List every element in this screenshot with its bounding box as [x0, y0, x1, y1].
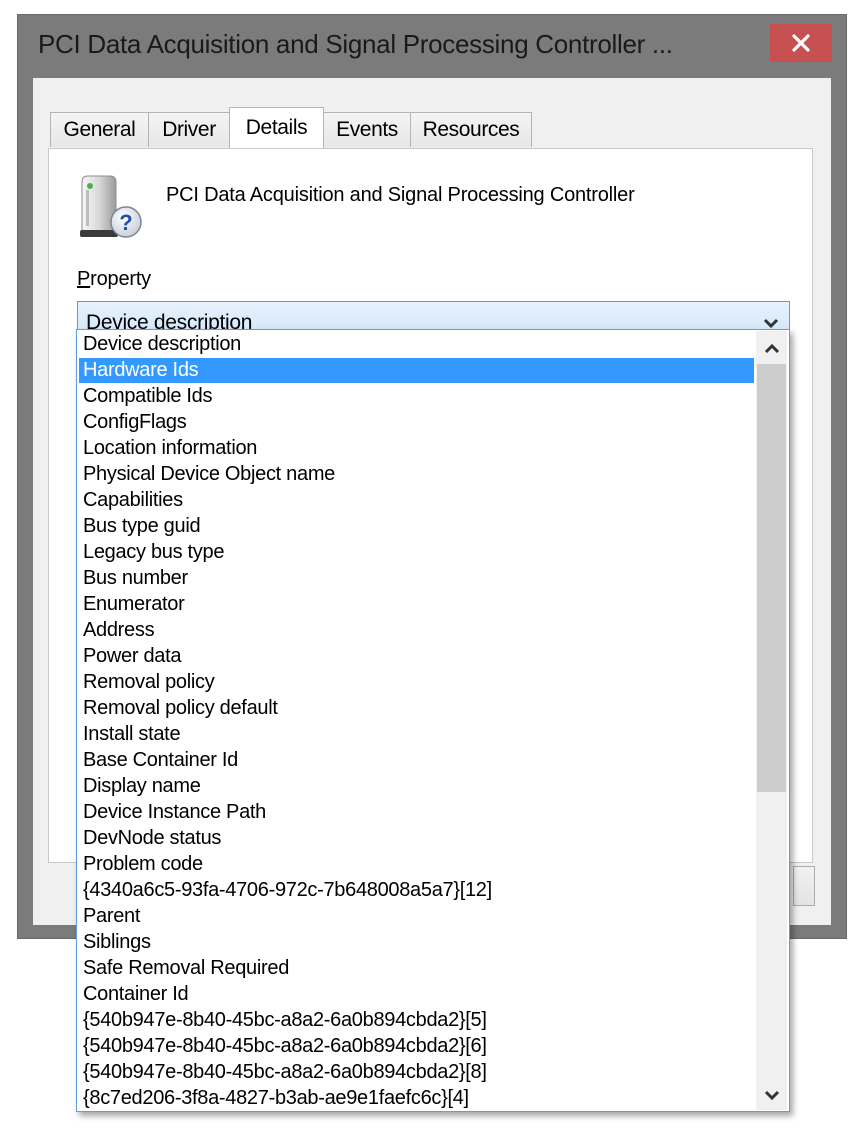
scrollbar[interactable] [756, 331, 787, 1110]
dropdown-option[interactable]: Bus type guid [79, 514, 754, 539]
property-label-accel: P [77, 268, 91, 290]
dropdown-option[interactable]: Enumerator [79, 592, 754, 617]
dropdown-option[interactable]: Legacy bus type [79, 540, 754, 565]
dropdown-option[interactable]: Container Id [79, 982, 754, 1007]
dropdown-option[interactable]: Hardware Ids [79, 358, 754, 383]
property-dropdown-list[interactable]: Device description Hardware Ids Compatible… [76, 329, 790, 1112]
scroll-down-button[interactable] [756, 1079, 787, 1110]
unknown-device-icon: ? [80, 175, 142, 238]
dropdown-option[interactable]: {8c7ed206-3f8a-4827-b3ab-ae9e1faefc6c}[4… [79, 1086, 754, 1111]
dropdown-option[interactable]: Install state [79, 722, 754, 747]
dropdown-option[interactable]: {540b947e-8b40-45bc-a8a2-6a0b894cbda2}[5… [79, 1008, 754, 1033]
dropdown-option[interactable]: Problem code [79, 852, 754, 877]
dialog-button[interactable] [793, 866, 815, 906]
svg-text:?: ? [119, 210, 132, 235]
dropdown-option[interactable]: {4340a6c5-93fa-4706-972c-7b648008a5a7}[1… [79, 878, 754, 903]
dropdown-option[interactable]: {540b947e-8b40-45bc-a8a2-6a0b894cbda2}[6… [79, 1034, 754, 1059]
dropdown-option[interactable]: Power data [79, 644, 754, 669]
tab-general[interactable]: General [50, 112, 149, 147]
dropdown-option[interactable]: Display name [79, 774, 754, 799]
dropdown-option[interactable]: ConfigFlags [79, 410, 754, 435]
dropdown-option[interactable]: Base Container Id [79, 748, 754, 773]
tab-details[interactable]: Details [229, 107, 324, 148]
dropdown-option[interactable]: Safe Removal Required [79, 956, 754, 981]
property-label: Property [77, 268, 151, 291]
dropdown-option[interactable]: Physical Device Object name [79, 462, 754, 487]
tab-events[interactable]: Events [323, 112, 411, 147]
scroll-up-button[interactable] [756, 332, 787, 363]
dropdown-option[interactable]: Device Instance Path [79, 800, 754, 825]
device-name: PCI Data Acquisition and Signal Processi… [166, 184, 635, 206]
dropdown-option[interactable]: Compatible Ids [79, 384, 754, 409]
property-label-text: roperty [90, 268, 151, 290]
dropdown-option[interactable]: Removal policy default [79, 696, 754, 721]
dropdown-option[interactable]: Parent [79, 904, 754, 929]
chevron-up-icon [764, 343, 779, 353]
dropdown-option[interactable]: Device description [79, 332, 754, 357]
dropdown-option[interactable]: DevNode status [79, 826, 754, 851]
scroll-thumb[interactable] [757, 364, 786, 792]
chevron-down-icon [764, 1090, 779, 1100]
dropdown-option[interactable]: Bus number [79, 566, 754, 591]
window-title: PCI Data Acquisition and Signal Processi… [38, 29, 673, 59]
dropdown-option[interactable]: Location information [79, 436, 754, 461]
dropdown-option[interactable]: Address [79, 618, 754, 643]
tab-resources[interactable]: Resources [410, 112, 532, 147]
dropdown-option[interactable]: {540b947e-8b40-45bc-a8a2-6a0b894cbda2}[8… [79, 1060, 754, 1085]
close-icon [792, 34, 810, 52]
close-button[interactable] [770, 24, 832, 62]
dropdown-option[interactable]: Removal policy [79, 670, 754, 695]
tab-driver[interactable]: Driver [148, 112, 230, 147]
dropdown-option[interactable]: Siblings [79, 930, 754, 955]
dropdown-option[interactable]: Capabilities [79, 488, 754, 513]
